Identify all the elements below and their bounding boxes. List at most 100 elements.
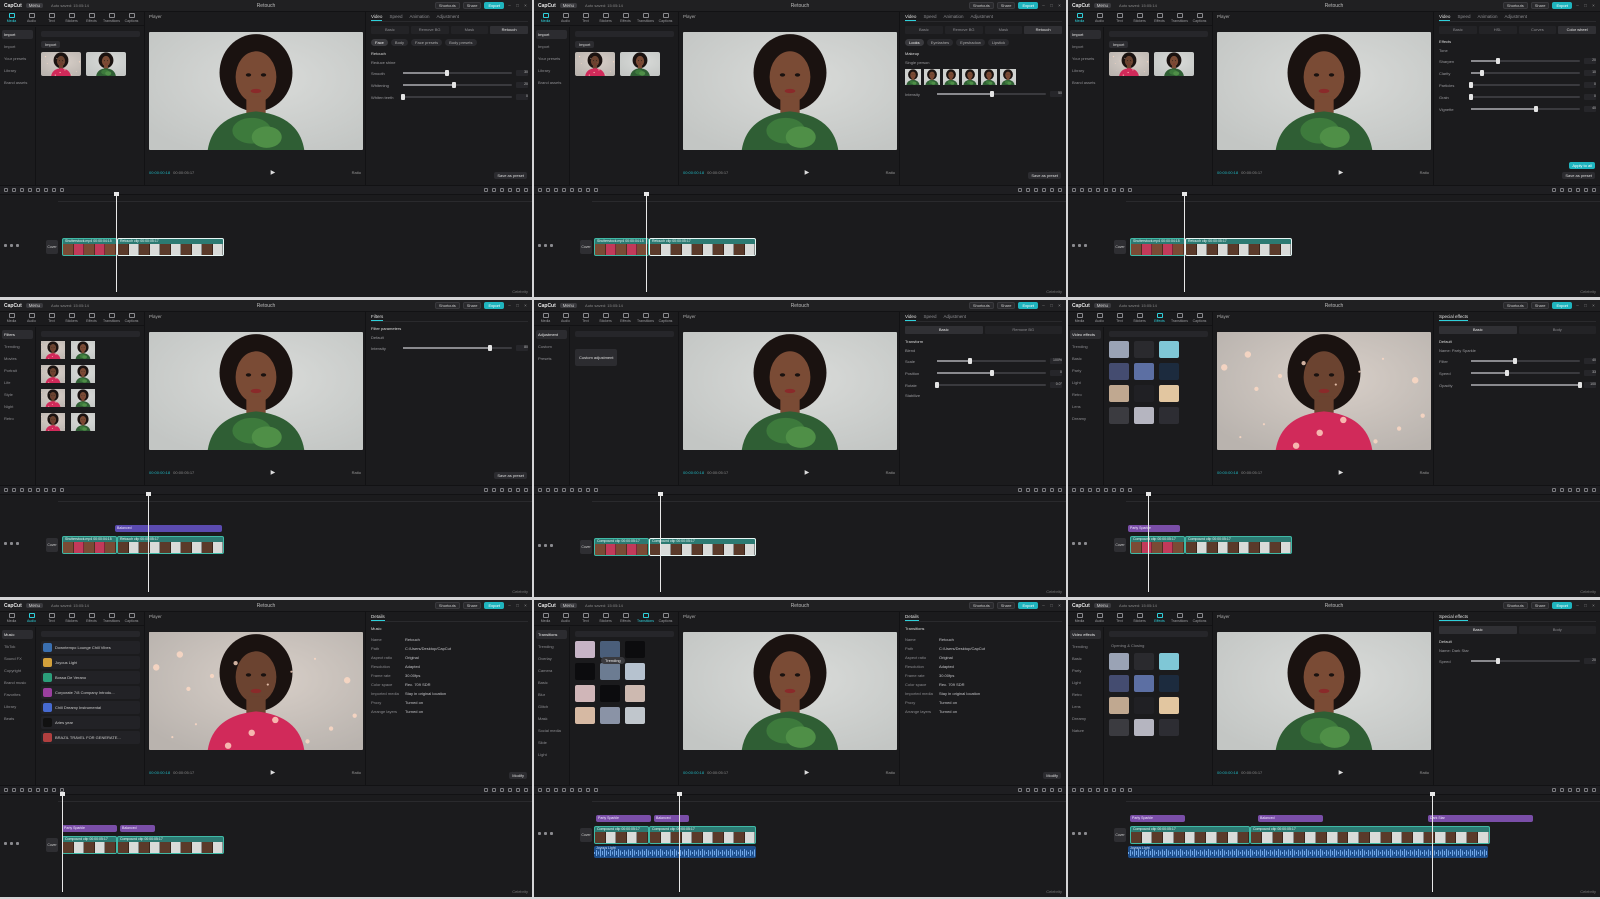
search-input[interactable] bbox=[575, 631, 674, 637]
music-list-item[interactable]: Chill Dreamy Instrumental bbox=[41, 701, 140, 714]
property-tab[interactable]: Details bbox=[905, 614, 919, 621]
video-clip[interactable]: Shutterstock.mp4 00:00:04:15 bbox=[1130, 238, 1185, 256]
nav-item[interactable]: Transitions bbox=[536, 630, 567, 639]
ratio-button[interactable]: Ratio bbox=[1420, 770, 1429, 775]
delete-icon[interactable] bbox=[36, 788, 40, 792]
property-value[interactable]: 0 bbox=[1584, 82, 1596, 88]
video-clip[interactable]: Compound clip 00:00:05:17 bbox=[1130, 826, 1250, 844]
close-icon[interactable]: × bbox=[523, 303, 528, 308]
nav-item[interactable]: Retro bbox=[2, 414, 33, 423]
property-tab[interactable]: Video bbox=[371, 14, 383, 21]
tool-tab-media[interactable]: Media bbox=[4, 613, 19, 624]
select-icon[interactable] bbox=[4, 188, 8, 192]
transition-thumb[interactable] bbox=[600, 663, 620, 680]
ratio-button[interactable]: Ratio bbox=[352, 770, 361, 775]
close-icon[interactable]: × bbox=[1057, 303, 1062, 308]
property-value[interactable]: 0 bbox=[1584, 94, 1596, 100]
tool-tab-text[interactable]: Text bbox=[44, 313, 59, 324]
shortcuts-button[interactable]: Shortcuts bbox=[968, 302, 994, 309]
split-icon[interactable] bbox=[562, 188, 566, 192]
tool-tab-effects[interactable]: Effects bbox=[84, 13, 99, 24]
tool-tab-effects[interactable]: Effects bbox=[618, 613, 633, 624]
maximize-icon[interactable]: □ bbox=[1583, 3, 1588, 8]
nav-item[interactable]: Custom bbox=[536, 342, 567, 351]
property-subtab[interactable]: Retouch bbox=[490, 26, 528, 34]
effect-thumb[interactable] bbox=[1159, 675, 1179, 692]
menu-button[interactable]: Menu bbox=[1093, 603, 1112, 608]
tool-tab-media[interactable]: Media bbox=[538, 13, 553, 24]
playhead[interactable] bbox=[1182, 192, 1187, 292]
select-icon[interactable] bbox=[4, 488, 8, 492]
redo-icon[interactable] bbox=[20, 188, 24, 192]
nav-item[interactable]: Lens bbox=[1070, 702, 1101, 711]
mirror-icon[interactable] bbox=[52, 188, 56, 192]
minimize-icon[interactable]: – bbox=[507, 303, 512, 308]
lock-icon[interactable] bbox=[538, 544, 541, 547]
redo-icon[interactable] bbox=[1088, 188, 1092, 192]
transition-thumb[interactable] bbox=[600, 641, 620, 658]
export-button[interactable]: Export bbox=[1018, 602, 1038, 609]
nav-item[interactable]: Library bbox=[2, 702, 33, 711]
tool-tab-transitions[interactable]: Transitions bbox=[1171, 313, 1188, 324]
tool-tab-effects[interactable]: Effects bbox=[618, 13, 633, 24]
audio-icon[interactable] bbox=[1084, 832, 1087, 835]
zoom-out-icon[interactable] bbox=[1050, 188, 1054, 192]
search-input[interactable] bbox=[1109, 31, 1208, 37]
nav-item[interactable]: Party bbox=[1070, 366, 1101, 375]
eye-icon[interactable] bbox=[544, 832, 547, 835]
redo-icon[interactable] bbox=[20, 788, 24, 792]
crop-icon[interactable] bbox=[44, 788, 48, 792]
mic-icon[interactable] bbox=[484, 188, 488, 192]
mic-icon[interactable] bbox=[1552, 488, 1556, 492]
effect-clip[interactable]: Dark Star bbox=[1428, 815, 1533, 822]
audio-clip[interactable]: Joyous Light bbox=[1128, 846, 1488, 858]
split-icon[interactable] bbox=[28, 188, 32, 192]
effect-thumb[interactable] bbox=[1109, 653, 1129, 670]
shortcuts-button[interactable]: Shortcuts bbox=[1502, 602, 1528, 609]
nav-item[interactable]: Your presets bbox=[2, 54, 33, 63]
property-slider[interactable] bbox=[1471, 70, 1580, 76]
slider-handle[interactable] bbox=[1469, 82, 1473, 88]
nav-item[interactable]: Night bbox=[2, 402, 33, 411]
link-icon[interactable] bbox=[492, 488, 496, 492]
play-icon[interactable]: ▶ bbox=[271, 169, 276, 176]
tool-tab-captions[interactable]: Captions bbox=[124, 13, 139, 24]
share-button[interactable]: Share bbox=[996, 302, 1016, 309]
redo-icon[interactable] bbox=[554, 188, 558, 192]
music-list-item[interactable]: Bossa De Verano bbox=[41, 671, 140, 684]
property-slider[interactable] bbox=[403, 82, 512, 88]
select-icon[interactable] bbox=[1072, 188, 1076, 192]
tool-tab-captions[interactable]: Captions bbox=[124, 313, 139, 324]
property-value[interactable]: 20 bbox=[516, 82, 528, 88]
split-icon[interactable] bbox=[562, 488, 566, 492]
tool-tab-captions[interactable]: Captions bbox=[1192, 613, 1207, 624]
minimize-icon[interactable]: – bbox=[1575, 3, 1580, 8]
nav-item[interactable]: Dreamy bbox=[1070, 414, 1101, 423]
nav-item[interactable]: Library bbox=[2, 66, 33, 75]
shortcuts-button[interactable]: Shortcuts bbox=[1502, 302, 1528, 309]
crop-icon[interactable] bbox=[1112, 488, 1116, 492]
makeup-preset[interactable] bbox=[936, 69, 966, 85]
video-clip[interactable]: Retouch clip 00:00:05:17 bbox=[117, 238, 224, 256]
effect-thumb[interactable] bbox=[1159, 385, 1179, 402]
property-value[interactable]: 20 bbox=[1584, 58, 1596, 64]
playhead[interactable] bbox=[644, 192, 649, 292]
nav-item[interactable]: Brand assets bbox=[1070, 78, 1101, 87]
minimize-icon[interactable]: – bbox=[1041, 303, 1046, 308]
link-icon[interactable] bbox=[1026, 788, 1030, 792]
redo-icon[interactable] bbox=[554, 488, 558, 492]
minimize-icon[interactable]: – bbox=[1041, 603, 1046, 608]
audio-clip[interactable]: Joyous Light bbox=[594, 846, 756, 858]
zoom-in-icon[interactable] bbox=[1592, 188, 1596, 192]
property-tab[interactable]: Special effects bbox=[1439, 614, 1469, 621]
export-button[interactable]: Export bbox=[1552, 2, 1572, 9]
effect-thumb[interactable] bbox=[1109, 719, 1129, 736]
play-icon[interactable]: ▶ bbox=[805, 469, 810, 476]
nav-item[interactable]: Overlay bbox=[536, 654, 567, 663]
minimize-icon[interactable]: – bbox=[1575, 603, 1580, 608]
property-value[interactable]: 33 bbox=[1584, 370, 1596, 376]
shortcuts-button[interactable]: Shortcuts bbox=[968, 2, 994, 9]
music-list-item[interactable]: BRAZIL TRAVEL FOR GENERATE... bbox=[41, 731, 140, 744]
slider-handle[interactable] bbox=[989, 91, 994, 97]
mic-icon[interactable] bbox=[1018, 488, 1022, 492]
